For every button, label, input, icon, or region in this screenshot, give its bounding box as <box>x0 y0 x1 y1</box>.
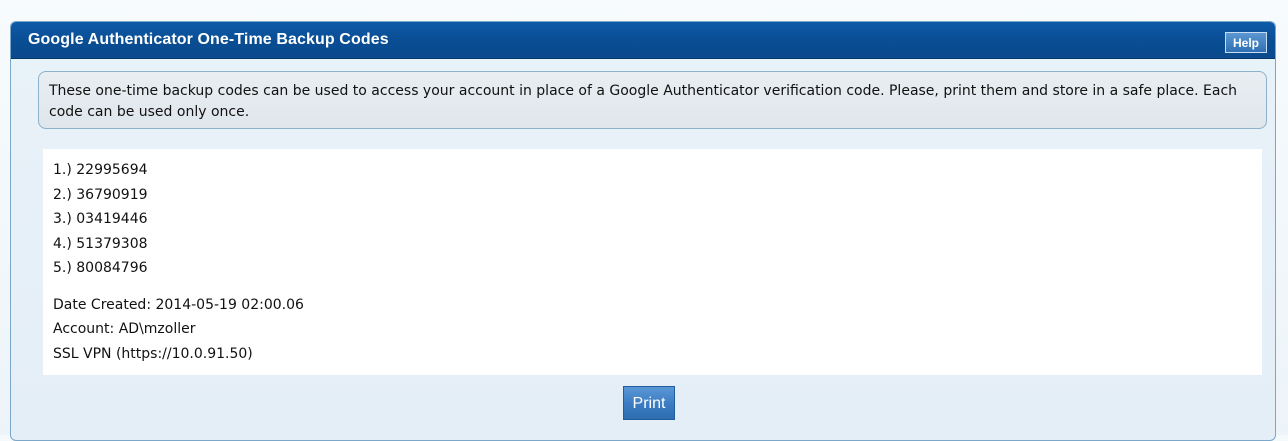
date-created: Date Created: 2014-05-19 02:00.06 <box>53 296 304 313</box>
service-name: SSL VPN (https://10.0.91.50) <box>53 345 253 362</box>
backup-code-item: 3.) 03419446 <box>53 211 148 227</box>
info-message: These one-time backup codes can be used … <box>38 71 1267 129</box>
panel-header: Google Authenticator One-Time Backup Cod… <box>11 22 1275 59</box>
backup-codes-panel: Google Authenticator One-Time Backup Cod… <box>10 21 1276 441</box>
backup-code-item: 4.) 51379308 <box>53 235 148 252</box>
print-button[interactable]: Print <box>623 386 675 420</box>
account-name: Account: AD\mzoller <box>53 321 196 337</box>
help-button[interactable]: Help <box>1224 32 1267 53</box>
backup-code-item: 5.) 80084796 <box>53 260 148 276</box>
backup-code-item: 2.) 36790919 <box>53 186 148 203</box>
backup-codes-list: 1.) 22995694 2.) 36790919 3.) 03419446 4… <box>43 149 1262 375</box>
panel-title: Google Authenticator One-Time Backup Cod… <box>28 31 389 48</box>
info-text: These one-time backup codes can be used … <box>49 83 1238 120</box>
backup-code-item: 1.) 22995694 <box>53 162 148 178</box>
